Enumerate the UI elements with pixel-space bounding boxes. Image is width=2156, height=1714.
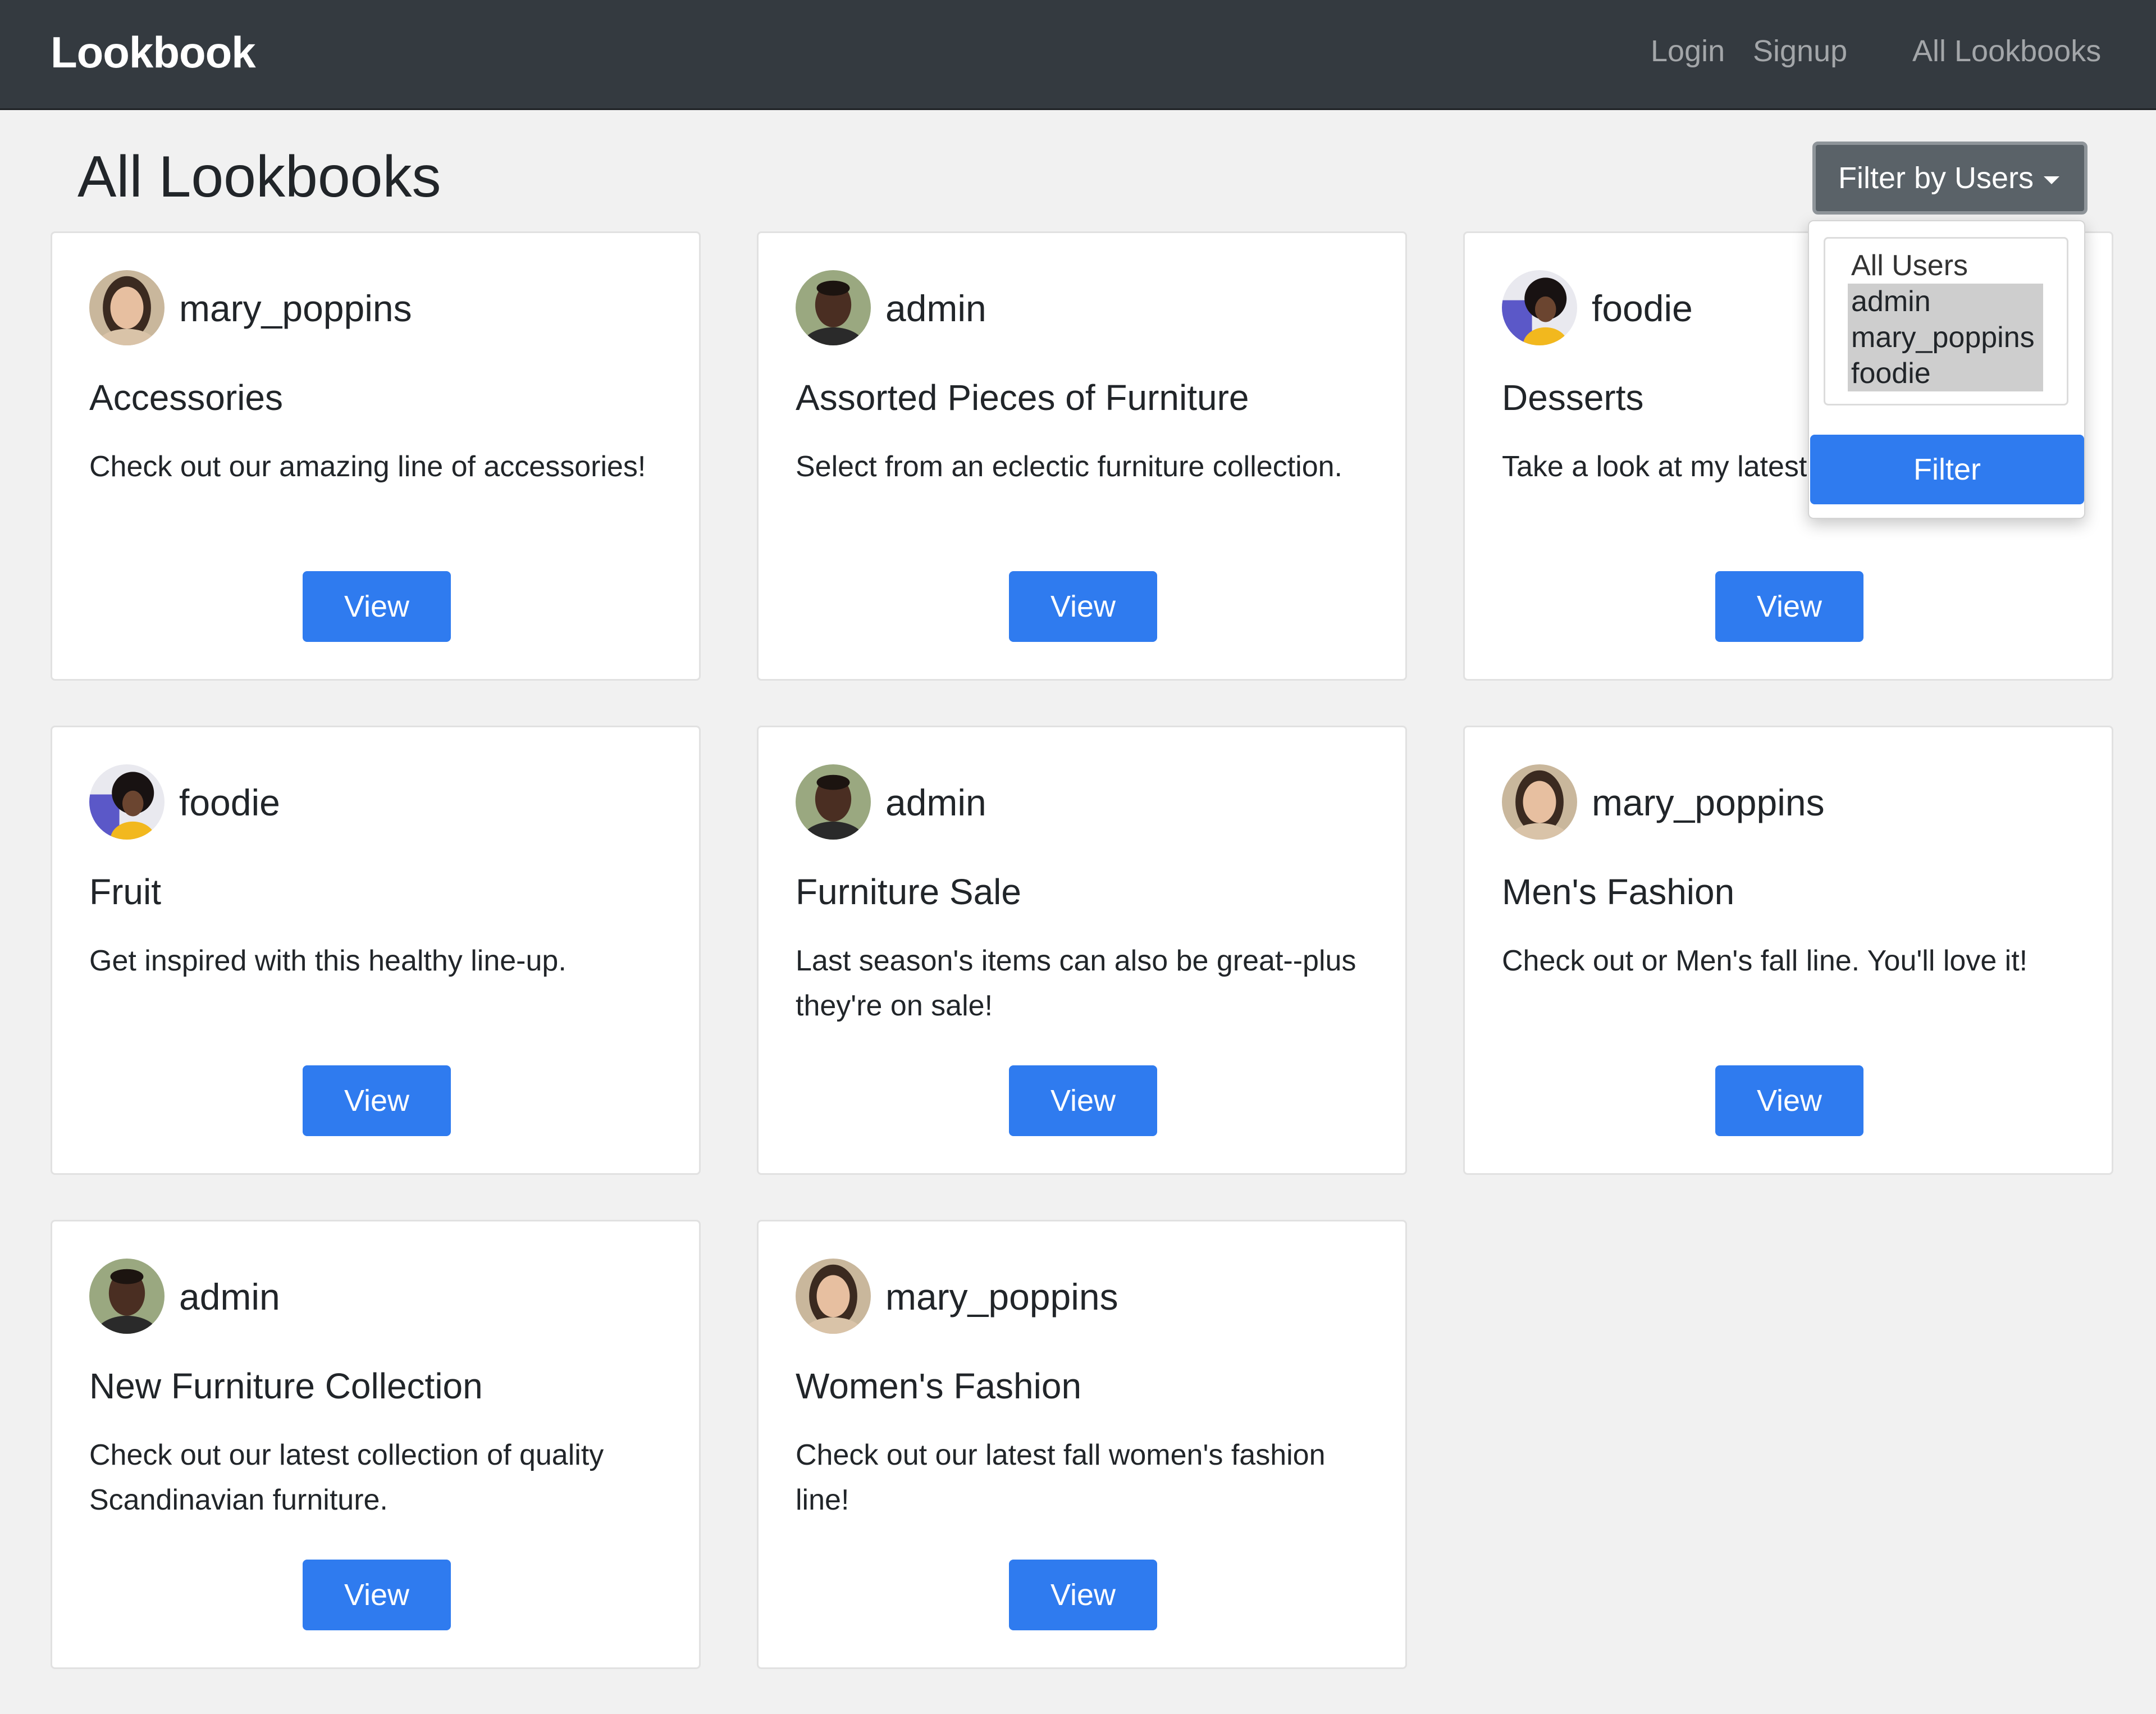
card-description: Check out or Men's fall line. You'll lov… <box>1502 945 2028 977</box>
card-description: Check out our latest collection of quali… <box>89 1439 604 1516</box>
card-username[interactable]: mary_poppins <box>179 287 412 330</box>
card-title: Assorted Pieces of Furniture <box>796 377 1249 418</box>
filter-dropdown-menu: All Users admin mary_poppins foodie Filt… <box>1808 220 2085 519</box>
lookbook-card: foodie Fruit Get inspired with this heal… <box>51 726 701 1175</box>
card-description: Get inspired with this healthy line-up. <box>89 945 567 977</box>
filter-by-users-button[interactable]: Filter by Users <box>1812 142 2088 215</box>
user-option-admin[interactable]: admin <box>1848 284 2043 320</box>
view-button[interactable]: View <box>303 571 451 642</box>
card-username[interactable]: foodie <box>1592 287 1693 330</box>
view-button[interactable]: View <box>1715 1065 1863 1136</box>
lookbook-card: mary_poppins Women's Fashion Check out o… <box>757 1220 1407 1669</box>
caret-down-icon <box>2044 176 2059 184</box>
card-username[interactable]: mary_poppins <box>885 1275 1118 1318</box>
user-option-all-users[interactable]: All Users <box>1848 248 2043 284</box>
card-title: Women's Fashion <box>796 1366 1082 1406</box>
page-title: All Lookbooks <box>77 144 441 209</box>
view-button[interactable]: View <box>303 1065 451 1136</box>
card-title: Desserts <box>1502 377 1644 418</box>
user-option-mary-poppins[interactable]: mary_poppins <box>1848 320 2043 355</box>
card-username[interactable]: admin <box>885 781 986 824</box>
lookbook-card: mary_poppins Accessories Check out our a… <box>51 231 701 681</box>
card-username[interactable]: foodie <box>179 781 280 824</box>
lookbook-card: admin New Furniture Collection Check out… <box>51 1220 701 1669</box>
card-description: Last season's items can also be great--p… <box>796 945 1356 1022</box>
card-description: Check out our latest fall women's fashio… <box>796 1439 1326 1516</box>
user-avatar <box>89 1259 165 1334</box>
lookbook-card: admin Assorted Pieces of Furniture Selec… <box>757 231 1407 681</box>
view-button[interactable]: View <box>1009 1065 1157 1136</box>
user-multiselect[interactable]: All Users admin mary_poppins foodie <box>1824 237 2068 405</box>
filter-submit-button[interactable]: Filter <box>1810 435 2084 504</box>
card-username[interactable]: admin <box>179 1275 280 1318</box>
nav-signup-link[interactable]: Signup <box>1753 34 1847 69</box>
card-description: Check out our amazing line of accessorie… <box>89 450 646 483</box>
user-avatar <box>796 764 871 840</box>
brand-logo[interactable]: Lookbook <box>51 27 256 78</box>
card-title: Accessories <box>89 377 283 418</box>
card-username[interactable]: admin <box>885 287 986 330</box>
card-title: Men's Fashion <box>1502 872 1735 912</box>
user-avatar <box>796 1259 871 1334</box>
view-button[interactable]: View <box>1715 571 1863 642</box>
user-option-foodie[interactable]: foodie <box>1848 355 2043 391</box>
view-button[interactable]: View <box>1009 1560 1157 1630</box>
card-title: Fruit <box>89 872 161 912</box>
nav-login-link[interactable]: Login <box>1651 34 1725 69</box>
nav-all-lookbooks-link[interactable]: All Lookbooks <box>1912 34 2101 69</box>
user-avatar <box>89 764 165 840</box>
user-avatar <box>1502 270 1577 345</box>
card-title: Furniture Sale <box>796 872 1021 912</box>
card-description: Select from an eclectic furniture collec… <box>796 450 1342 483</box>
view-button[interactable]: View <box>303 1560 451 1630</box>
card-username[interactable]: mary_poppins <box>1592 781 1825 824</box>
user-avatar <box>796 270 871 345</box>
lookbook-card: mary_poppins Men's Fashion Check out or … <box>1463 726 2113 1175</box>
navbar: Lookbook Login Signup All Lookbooks <box>0 0 2156 110</box>
lookbook-card: admin Furniture Sale Last season's items… <box>757 726 1407 1175</box>
filter-button-label: Filter by Users <box>1838 161 2034 195</box>
user-avatar <box>89 270 165 345</box>
view-button[interactable]: View <box>1009 571 1157 642</box>
user-avatar <box>1502 764 1577 840</box>
card-title: New Furniture Collection <box>89 1366 483 1406</box>
